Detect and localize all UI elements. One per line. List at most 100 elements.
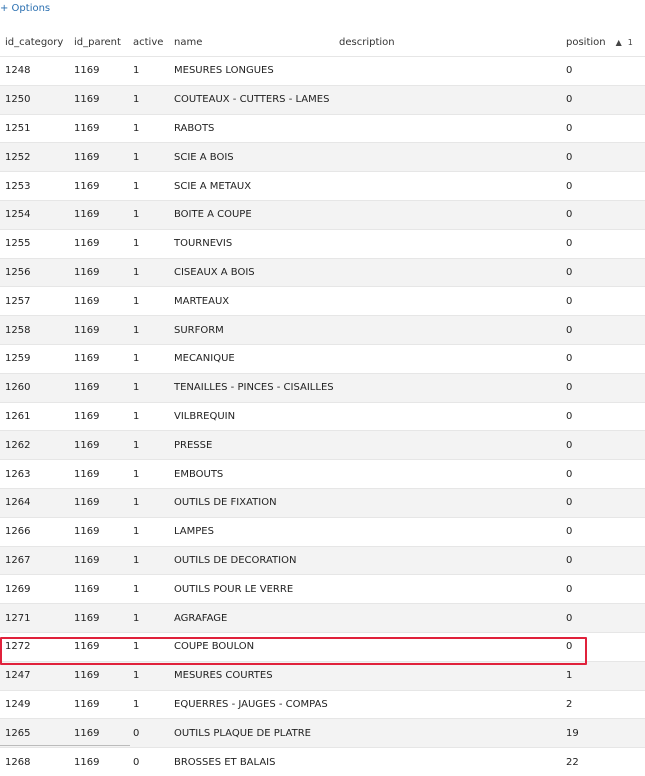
- cell-id-category: 1260: [0, 373, 69, 403]
- cell-description: [334, 603, 561, 633]
- table-row[interactable]: 1259 1169 1 MECANIQUE 0: [0, 344, 645, 373]
- table-row[interactable]: 1258 1169 1 SURFORM 0: [0, 315, 645, 345]
- table-row[interactable]: 1247 1169 1 MESURES COURTES 1: [0, 661, 645, 691]
- cell-name: RABOTS: [174, 122, 215, 134]
- table-row[interactable]: 1261 1169 1 VILBREQUIN 0: [0, 402, 645, 431]
- cell-description: [334, 344, 561, 373]
- cell-position: 0: [566, 583, 573, 595]
- table-row[interactable]: 1256 1169 1 CISEAUX A BOIS 0: [0, 258, 645, 287]
- cell-description: [334, 315, 561, 345]
- cell-position: 22: [566, 756, 579, 768]
- cell-description: [334, 632, 561, 661]
- cell-active: 1: [128, 200, 169, 230]
- cell-active: 1: [133, 698, 140, 710]
- cell-position: 0: [566, 122, 573, 134]
- cell-id-category: 1259: [5, 353, 31, 365]
- cell-name: SURFORM: [169, 315, 334, 345]
- column-header-id-parent[interactable]: id_parent: [69, 28, 128, 57]
- cell-active: 1: [133, 65, 140, 77]
- cell-description: [334, 661, 561, 691]
- cell-name: OUTILS DE FIXATION: [169, 488, 334, 518]
- column-header-description[interactable]: description: [334, 28, 561, 57]
- cell-id-parent: 1169: [69, 488, 128, 518]
- cell-active: 1: [128, 258, 169, 287]
- cell-id-parent: 1169: [74, 180, 100, 192]
- cell-id-parent: 1169: [69, 718, 128, 748]
- cell-position: 0: [561, 603, 645, 633]
- cell-name: OUTILS DE DECORATION: [169, 546, 334, 575]
- cell-active: 1: [128, 603, 169, 633]
- cell-description: [334, 402, 561, 431]
- table-row[interactable]: 1249 1169 1 EQUERRES - JAUGES - COMPAS 2: [0, 690, 645, 719]
- table-row[interactable]: 1251 1169 1 RABOTS 0: [0, 114, 645, 143]
- cell-id-category: 1252: [0, 142, 69, 172]
- cell-position: 0: [566, 526, 573, 538]
- options-toggle-link[interactable]: + Options: [0, 2, 50, 16]
- table-row[interactable]: 1254 1169 1 BOITE A COUPE 0: [0, 200, 645, 230]
- cell-id-category: 1258: [0, 315, 69, 345]
- cell-id-parent: 1169: [74, 353, 100, 365]
- cell-active: 1: [128, 85, 169, 115]
- cell-name: COUPE BOULON: [174, 641, 255, 653]
- cell-id-parent: 1169: [74, 410, 100, 422]
- cell-id-category: 1266: [5, 526, 31, 538]
- cell-name: EQUERRES - JAUGES - COMPAS: [174, 698, 328, 710]
- cell-description: [334, 575, 561, 604]
- table-row[interactable]: 1255 1169 1 TOURNEVIS 0: [0, 229, 645, 258]
- cell-description: [334, 748, 561, 776]
- table-row[interactable]: 1272 1169 1 COUPE BOULON 0: [0, 632, 645, 661]
- table-row[interactable]: 1266 1169 1 LAMPES 0: [0, 517, 645, 546]
- cell-position: 0: [561, 315, 645, 345]
- cell-id-parent: 1169: [74, 122, 100, 134]
- table-row[interactable]: 1269 1169 1 OUTILS POUR LE VERRE 0: [0, 574, 645, 604]
- cell-id-category: 1262: [0, 430, 69, 460]
- table-row[interactable]: 1265 1169 0 OUTILS PLAQUE DE PLATRE 19: [0, 718, 645, 748]
- cell-id-category: 1253: [5, 180, 31, 192]
- cell-id-category: 1268: [5, 756, 31, 768]
- cell-id-parent: 1169: [74, 756, 100, 768]
- table-row[interactable]: 1268 1169 0 BROSSES ET BALAIS 22: [0, 747, 645, 776]
- table-row[interactable]: 1257 1169 1 MARTEAUX 0: [0, 286, 645, 316]
- cell-id-category: 1248: [5, 65, 31, 77]
- cell-id-parent: 1169: [74, 526, 100, 538]
- cell-id-parent: 1169: [69, 546, 128, 575]
- table-row[interactable]: 1264 1169 1 OUTILS DE FIXATION 0: [0, 488, 645, 518]
- cell-active: 1: [128, 661, 169, 691]
- cell-description: [334, 142, 561, 172]
- cell-id-category: 1251: [5, 122, 31, 134]
- cell-position: 0: [566, 65, 573, 77]
- cell-active: 1: [133, 526, 140, 538]
- table-row[interactable]: 1252 1169 1 SCIE A BOIS 0: [0, 142, 645, 172]
- cell-id-category: 1250: [0, 85, 69, 115]
- cell-id-parent: 1169: [74, 698, 100, 710]
- cell-id-category: 1254: [0, 200, 69, 230]
- cell-id-category: 1272: [5, 641, 31, 653]
- cell-name: MARTEAUX: [174, 295, 230, 307]
- column-header-position[interactable]: position ▲ 1: [561, 28, 645, 57]
- table-row[interactable]: 1253 1169 1 SCIE A METAUX 0: [0, 171, 645, 201]
- cell-id-parent: 1169: [74, 641, 100, 653]
- column-header-name[interactable]: name: [169, 28, 334, 57]
- cell-position: 0: [561, 430, 645, 460]
- table-row[interactable]: 1248 1169 1 MESURES LONGUES 0: [0, 56, 645, 86]
- cell-id-category: 1269: [5, 583, 31, 595]
- cell-position: 0: [566, 353, 573, 365]
- sort-ascending-icon[interactable]: ▲: [616, 38, 622, 47]
- horizontal-scrollbar[interactable]: [0, 745, 130, 746]
- cell-id-parent: 1169: [69, 142, 128, 172]
- column-header-active[interactable]: active: [128, 28, 169, 57]
- cell-id-parent: 1169: [74, 583, 100, 595]
- table-row[interactable]: 1250 1169 1 COUTEAUX - CUTTERS - LAMES 0: [0, 85, 645, 115]
- results-table: id_category id_parent active name descri…: [0, 28, 645, 776]
- cell-position: 0: [561, 85, 645, 115]
- cell-position: 19: [561, 718, 645, 748]
- table-row[interactable]: 1263 1169 1 EMBOUTS 0: [0, 459, 645, 489]
- cell-description: [334, 57, 561, 86]
- column-header-id-category[interactable]: id_category: [0, 28, 69, 57]
- table-row[interactable]: 1271 1169 1 AGRAFAGE 0: [0, 603, 645, 633]
- cell-name: MESURES LONGUES: [174, 65, 274, 77]
- table-row[interactable]: 1262 1169 1 PRESSE 0: [0, 430, 645, 460]
- table-row[interactable]: 1267 1169 1 OUTILS DE DECORATION 0: [0, 546, 645, 575]
- table-row[interactable]: 1260 1169 1 TENAILLES - PINCES - CISAILLES 0: [0, 373, 645, 403]
- cell-position: 0: [561, 258, 645, 287]
